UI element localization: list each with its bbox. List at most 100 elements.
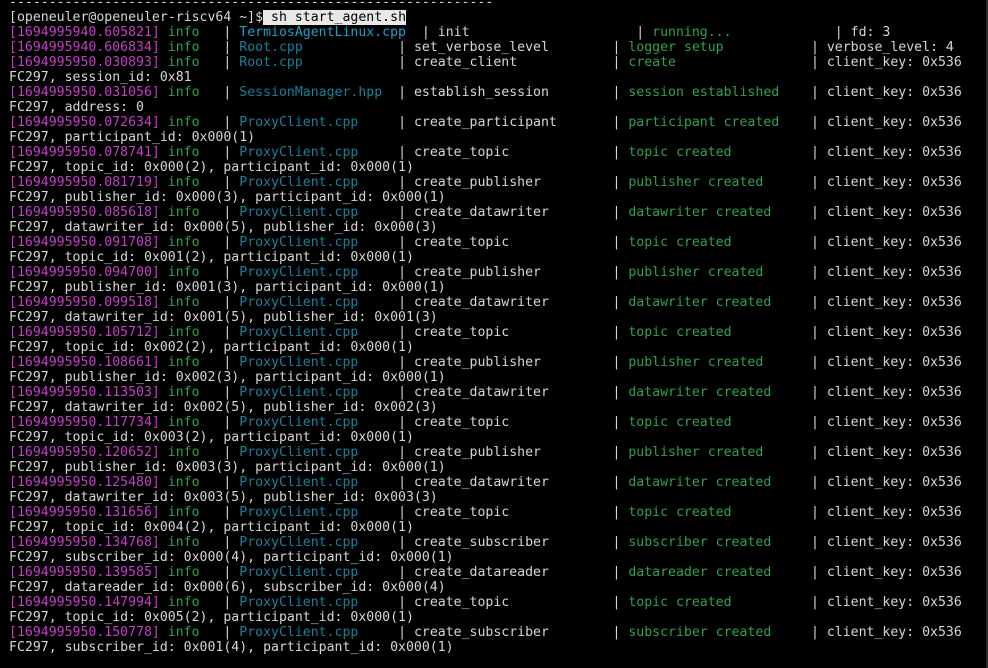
log-function: create_topic <box>413 325 605 340</box>
column-separator: | <box>628 25 653 40</box>
command-input[interactable]: sh start_agent.sh <box>263 10 407 25</box>
log-source-file: ProxyClient.cpp <box>239 235 391 250</box>
column-separator: | <box>604 415 629 430</box>
log-meta: client_key: 0x536 <box>826 415 962 430</box>
column-separator: | <box>215 175 240 190</box>
column-separator: | <box>215 295 240 310</box>
log-timestamp: [1694995950.139585] <box>9 565 168 580</box>
column-separator: | <box>215 205 240 220</box>
log-continuation-line: FC297, topic_id: 0x003(2), participant_i… <box>9 430 986 445</box>
log-source-file: ProxyClient.cpp <box>239 355 391 370</box>
log-level: info <box>167 595 216 610</box>
log-source-file: ProxyClient.cpp <box>239 475 391 490</box>
log-timestamp: [1694995950.117734] <box>9 415 168 430</box>
log-source-file: ProxyClient.cpp <box>239 595 391 610</box>
column-separator: | <box>826 25 851 40</box>
column-separator: | <box>604 385 629 400</box>
log-continuation: FC297, datawriter_id: 0x002(5), publishe… <box>9 400 438 415</box>
column-separator: | <box>390 445 414 460</box>
log-timestamp: [1694995950.099518] <box>9 295 168 310</box>
log-source-file: ProxyClient.cpp <box>239 385 391 400</box>
column-separator: | <box>604 505 629 520</box>
column-separator: | <box>604 445 629 460</box>
log-source-file: ProxyClient.cpp <box>239 115 391 130</box>
column-separator: | <box>604 55 629 70</box>
log-source-file: ProxyClient.cpp <box>239 535 391 550</box>
column-separator: | <box>803 205 827 220</box>
log-line: [1694995950.081719] info | ProxyClient.c… <box>9 175 986 190</box>
log-timestamp: [1694995950.150778] <box>9 625 168 640</box>
log-status: create <box>628 55 804 70</box>
column-separator: | <box>215 55 240 70</box>
column-separator: | <box>215 565 240 580</box>
log-line: [1694995950.131656] info | ProxyClient.c… <box>9 505 986 520</box>
log-status: publisher created <box>628 175 804 190</box>
log-status: topic created <box>628 505 804 520</box>
log-function: create_topic <box>413 145 605 160</box>
log-line: [1694995950.030893] info | Root.cpp | cr… <box>9 55 986 70</box>
column-separator: | <box>803 565 827 580</box>
log-function: create_topic <box>413 235 605 250</box>
column-separator: | <box>803 235 827 250</box>
log-line: [1694995950.134768] info | ProxyClient.c… <box>9 535 986 550</box>
column-separator: | <box>390 145 414 160</box>
column-separator: | <box>803 145 827 160</box>
log-timestamp: [1694995950.031056] <box>9 85 168 100</box>
log-source-file: SessionManager.hpp <box>239 85 391 100</box>
log-source-file: ProxyClient.cpp <box>239 565 391 580</box>
column-separator: | <box>215 475 240 490</box>
log-continuation: FC297, subscriber_id: 0x000(4), particip… <box>9 550 454 565</box>
log-level: info <box>167 505 216 520</box>
log-line: [1694995950.113503] info | ProxyClient.c… <box>9 385 986 400</box>
log-source-file: ProxyClient.cpp <box>239 325 391 340</box>
log-status: publisher created <box>628 265 804 280</box>
log-function: create_datawriter <box>413 205 605 220</box>
column-separator: | <box>604 355 629 370</box>
terminal-window[interactable]: ----------------------------------------… <box>0 0 988 668</box>
log-source-file: Root.cpp <box>239 40 391 55</box>
log-level: info <box>167 175 216 190</box>
log-continuation-line: FC297, subscriber_id: 0x001(4), particip… <box>9 640 986 655</box>
log-status: topic created <box>628 235 804 250</box>
log-continuation-line: FC297, topic_id: 0x002(2), participant_i… <box>9 340 986 355</box>
log-level: info <box>167 295 216 310</box>
log-timestamp: [1694995950.094700] <box>9 265 168 280</box>
log-function: create_publisher <box>413 445 605 460</box>
log-continuation: FC297, datawriter_id: 0x000(5), publishe… <box>9 220 438 235</box>
column-separator: | <box>390 55 414 70</box>
log-source-file: ProxyClient.cpp <box>239 265 391 280</box>
log-status: publisher created <box>628 445 804 460</box>
log-continuation-line: FC297, topic_id: 0x001(2), participant_i… <box>9 250 986 265</box>
log-function: create_publisher <box>413 175 605 190</box>
log-source-file: ProxyClient.cpp <box>239 175 391 190</box>
log-meta: client_key: 0x536 <box>826 385 962 400</box>
log-source-file: ProxyClient.cpp <box>239 145 391 160</box>
column-separator: | <box>803 535 827 550</box>
column-separator: | <box>604 535 629 550</box>
log-timestamp: [1694995950.108661] <box>9 355 168 370</box>
log-timestamp: [1694995950.131656] <box>9 505 168 520</box>
log-line: [1694995950.099518] info | ProxyClient.c… <box>9 295 986 310</box>
log-continuation-line: FC297, address: 0 <box>9 100 986 115</box>
log-line: [1694995950.147994] info | ProxyClient.c… <box>9 595 986 610</box>
log-continuation: FC297, participant_id: 0x000(1) <box>9 130 256 145</box>
log-status: topic created <box>628 325 804 340</box>
column-separator: | <box>803 175 827 190</box>
column-separator: | <box>215 325 240 340</box>
column-separator: | <box>215 145 240 160</box>
log-source-file: ProxyClient.cpp <box>239 505 391 520</box>
column-separator: | <box>604 325 629 340</box>
column-separator: | <box>390 85 414 100</box>
prompt-line[interactable]: [openeuler@openeuler-riscv64 ~]$ sh star… <box>9 10 986 25</box>
column-separator: | <box>803 595 827 610</box>
log-timestamp: [1694995950.072634] <box>9 115 168 130</box>
log-continuation-line: FC297, datawriter_id: 0x000(5), publishe… <box>9 220 986 235</box>
log-level: info <box>167 25 216 40</box>
log-meta: client_key: 0x536 <box>826 115 962 130</box>
log-status: datawriter created <box>628 205 804 220</box>
column-separator: | <box>215 535 240 550</box>
log-status: subscriber created <box>628 535 804 550</box>
log-continuation: FC297, address: 0 <box>9 100 144 115</box>
log-line: [1694995950.120652] info | ProxyClient.c… <box>9 445 986 460</box>
log-continuation: FC297, topic_id: 0x000(2), participant_i… <box>9 160 414 175</box>
